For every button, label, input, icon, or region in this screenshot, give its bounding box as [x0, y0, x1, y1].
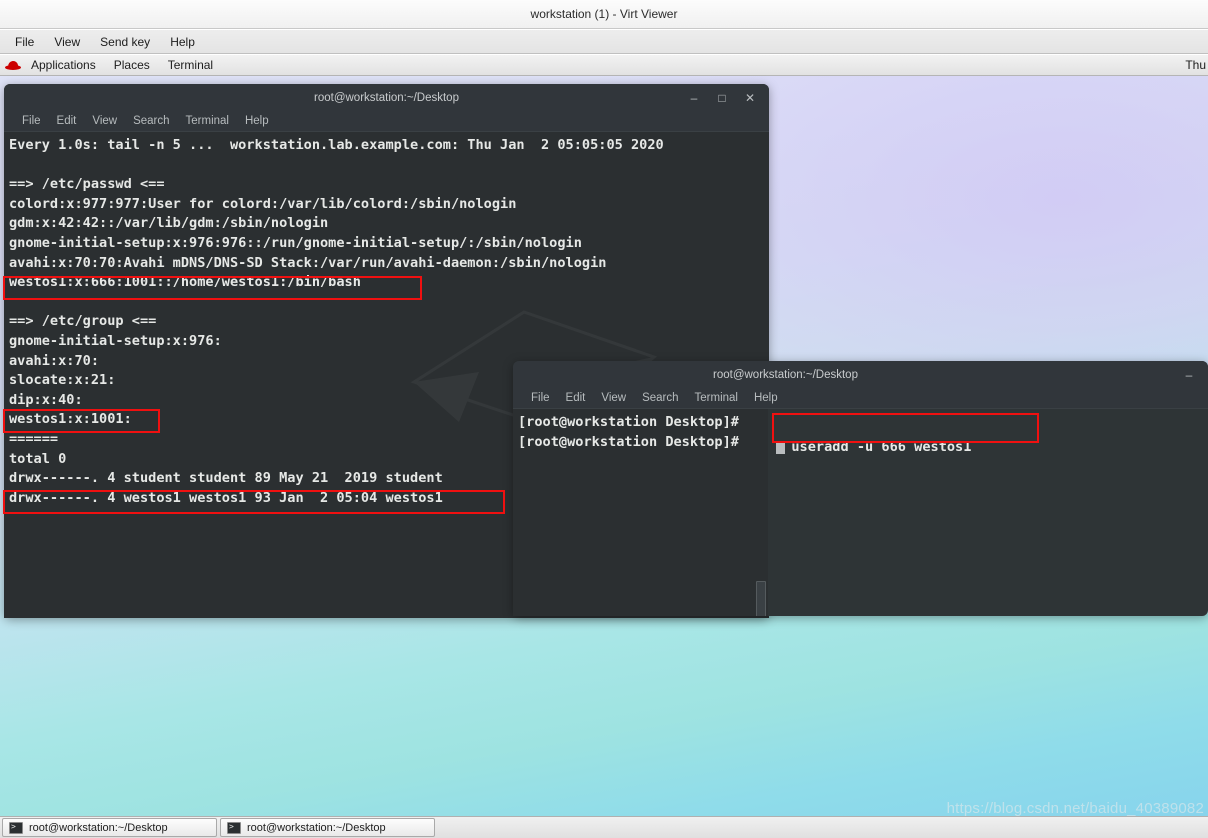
minimize-button-2[interactable]: –: [1184, 369, 1194, 381]
terminal2-command: useradd -u 666 westos1: [791, 438, 972, 455]
terminal2-command-line: useradd -u 666 westos1: [775, 418, 971, 457]
terminal1-menu-terminal[interactable]: Terminal: [178, 114, 237, 128]
terminal1-line-18: drwx------. 4 westos1 westos1 93 Jan 2 0…: [9, 489, 443, 506]
terminal1-titlebar[interactable]: root@workstation:~/Desktop – □ ✕: [4, 84, 769, 111]
terminal1-line-17: drwx------. 4 student student 89 May 21 …: [9, 470, 443, 487]
terminal1-line-1: [6, 156, 767, 176]
virt-viewer-menubar: File View Send key Help: [0, 30, 1208, 54]
virt-viewer-titlebar: workstation (1) - Virt Viewer: [0, 0, 1208, 29]
maximize-button[interactable]: □: [717, 92, 727, 104]
window-title: workstation (1) - Virt Viewer: [530, 7, 678, 21]
menu-file[interactable]: File: [6, 32, 43, 52]
terminal1-line-12: slocate:x:21:: [9, 372, 116, 389]
taskbar-item-terminal-1[interactable]: root@workstation:~/Desktop: [2, 818, 217, 837]
terminal1-line-3: colord:x:977:977:User for colord:/var/li…: [9, 195, 517, 212]
terminal1-menu-file[interactable]: File: [14, 114, 49, 128]
terminal1-line-8: [6, 293, 767, 313]
menu-send-key[interactable]: Send key: [91, 32, 159, 52]
panel-item-applications[interactable]: Applications: [22, 57, 105, 73]
terminal2-line-0: [root@workstation Desktop]#: [515, 413, 766, 433]
taskbar: root@workstation:~/Desktop root@workstat…: [0, 816, 1208, 838]
terminal1-line-0: Every 1.0s: tail -n 5 ... workstation.la…: [9, 137, 664, 153]
terminal1-line-16: total 0: [9, 450, 67, 467]
terminal1-line-4: gdm:x:42:42::/var/lib/gdm:/sbin/nologin: [9, 215, 329, 232]
terminal1-menu-view[interactable]: View: [84, 114, 125, 128]
terminal1-line-10: gnome-initial-setup:x:976:: [9, 332, 222, 349]
menu-view[interactable]: View: [45, 32, 89, 52]
terminal1-menu-edit[interactable]: Edit: [49, 114, 85, 128]
terminal1-line-7: westos1:x:666:1001::/home/westos1:/bin/b…: [9, 274, 361, 291]
panel-clock[interactable]: Thu: [1185, 58, 1208, 72]
gnome-top-panel: Applications Places Terminal Thu: [0, 55, 1208, 76]
terminal2-cursor: [776, 441, 785, 454]
terminal1-line-9: ==> /etc/group <==: [9, 313, 157, 330]
taskbar-item-1-label: root@workstation:~/Desktop: [29, 821, 168, 834]
terminal1-line-6: avahi:x:70:70:Avahi mDNS/DNS-SD Stack:/v…: [9, 254, 607, 271]
terminal1-line-5: gnome-initial-setup:x:976:976::/run/gnom…: [9, 234, 582, 251]
terminal-icon: [227, 821, 241, 834]
terminal-icon: [9, 821, 23, 834]
scrollbar-thumb[interactable]: [756, 581, 766, 616]
panel-item-places[interactable]: Places: [105, 57, 159, 73]
terminal2-line-1: [root@workstation Desktop]#: [515, 433, 766, 453]
terminal1-title: root@workstation:~/Desktop: [314, 91, 459, 104]
terminal2-body[interactable]: [root@workstation Desktop]# [root@workst…: [513, 409, 768, 616]
panel-item-terminal[interactable]: Terminal: [159, 57, 222, 73]
taskbar-item-terminal-2[interactable]: root@workstation:~/Desktop: [220, 818, 435, 837]
minimize-button[interactable]: –: [689, 92, 699, 104]
terminal1-menubar: File Edit View Search Terminal Help: [4, 111, 769, 132]
terminal1-line-13: dip:x:40:: [9, 391, 83, 408]
terminal1-line-11: avahi:x:70:: [9, 352, 100, 369]
close-button[interactable]: ✕: [745, 92, 755, 104]
redhat-icon: [4, 58, 22, 72]
terminal1-menu-help[interactable]: Help: [237, 114, 277, 128]
terminal2-prompt-1: [root@workstation Desktop]#: [518, 414, 748, 430]
terminal2-prompt-2: [root@workstation Desktop]#: [518, 433, 748, 450]
taskbar-item-2-label: root@workstation:~/Desktop: [247, 821, 386, 834]
menu-help[interactable]: Help: [161, 32, 204, 52]
terminal1-line-2: ==> /etc/passwd <==: [9, 176, 165, 193]
terminal1-menu-search[interactable]: Search: [125, 114, 177, 128]
